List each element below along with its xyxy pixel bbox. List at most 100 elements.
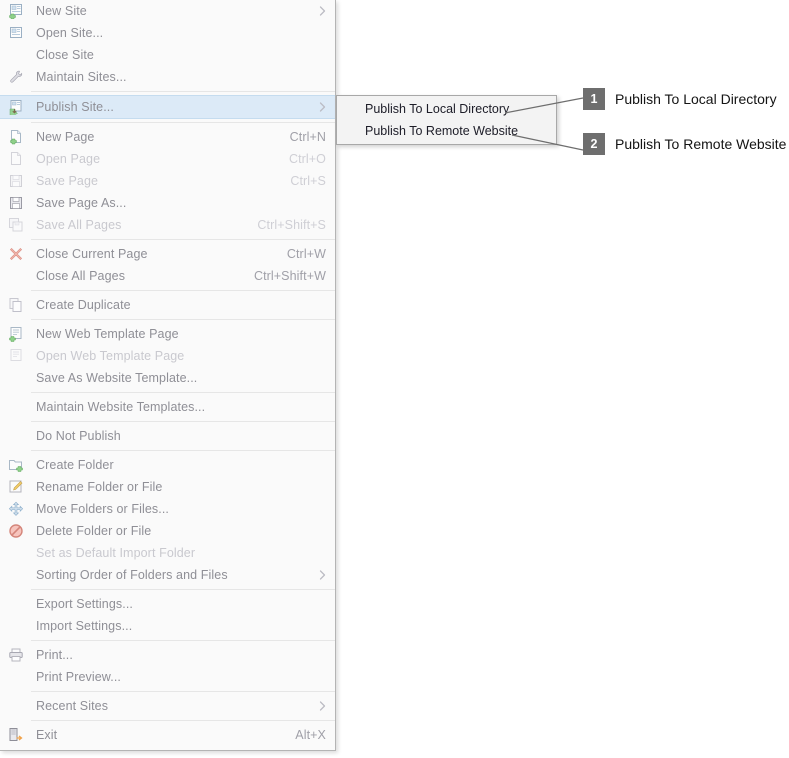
- menu-item-maintain-website-templates[interactable]: Maintain Website Templates...: [0, 396, 335, 418]
- menu-item-new-web-template-page[interactable]: New Web Template Page: [0, 323, 335, 345]
- callout-1: 1 Publish To Local Directory: [583, 88, 777, 110]
- menu-item-label: Move Folders or Files...: [36, 502, 169, 516]
- callout-2: 2 Publish To Remote Website: [583, 133, 786, 155]
- new-site-icon: [0, 0, 31, 22]
- menu-separator: [31, 720, 335, 721]
- open-site-icon: [0, 22, 31, 44]
- submenu-item-list: Publish To Local Directory Publish To Rem…: [337, 98, 556, 142]
- menu-item-save-page-as[interactable]: Save Page As...: [0, 192, 335, 214]
- callout-badge-number: 2: [583, 133, 605, 155]
- menu-item-label: Exit: [36, 728, 58, 742]
- save-page-icon: [0, 170, 31, 192]
- menu-item-publish-site[interactable]: Publish Site...: [0, 95, 335, 119]
- menu-item-label: Print Preview...: [36, 670, 121, 684]
- menu-item-open-site[interactable]: Open Site...: [0, 22, 335, 44]
- menu-separator: [31, 589, 335, 590]
- menu-item-set-as-default-import-folder: Set as Default Import Folder: [0, 542, 335, 564]
- menu-item-icon-placeholder: [0, 425, 31, 447]
- menu-separator: [31, 421, 335, 422]
- menu-item-label: Maintain Website Templates...: [36, 400, 206, 414]
- menu-item-rename-folder-or-file[interactable]: Rename Folder or File: [0, 476, 335, 498]
- menu-item-save-all-pages: Save All Pages Ctrl+Shift+S: [0, 214, 335, 236]
- open-template-icon: [0, 345, 31, 367]
- menu-item-label: Do Not Publish: [36, 429, 121, 443]
- menu-item-exit[interactable]: Exit Alt+X: [0, 724, 335, 746]
- menu-item-sorting-order-of-folders-and-files[interactable]: Sorting Order of Folders and Files: [0, 564, 335, 586]
- menu-item-label: New Web Template Page: [36, 327, 179, 341]
- menu-item-create-duplicate[interactable]: Create Duplicate: [0, 294, 335, 316]
- menu-item-save-as-website-template[interactable]: Save As Website Template...: [0, 367, 335, 389]
- menu-item-close-site[interactable]: Close Site: [0, 44, 335, 66]
- menu-item-label: Save All Pages: [36, 218, 122, 232]
- menu-item-label: Create Duplicate: [36, 298, 131, 312]
- chevron-right-icon: [319, 695, 326, 717]
- menu-separator: [31, 122, 335, 123]
- menu-item-label: Print...: [36, 648, 73, 662]
- menu-item-import-settings[interactable]: Import Settings...: [0, 615, 335, 637]
- file-menu-popup[interactable]: New Site Open Site... Close Site Maintain S…: [0, 0, 336, 751]
- menu-item-label: Delete Folder or File: [36, 524, 152, 538]
- menu-item-label: Recent Sites: [36, 699, 109, 713]
- menu-item-icon-placeholder: [0, 615, 31, 637]
- menu-item-icon-placeholder: [0, 666, 31, 688]
- menu-item-label: New Site: [36, 4, 87, 18]
- chevron-right-icon: [319, 0, 326, 22]
- new-template-icon: [0, 323, 31, 345]
- menu-item-delete-folder-or-file[interactable]: Delete Folder or File: [0, 520, 335, 542]
- save-page-as-icon: [0, 192, 31, 214]
- menu-item-print-preview[interactable]: Print Preview...: [0, 666, 335, 688]
- menu-item-open-web-template-page: Open Web Template Page: [0, 345, 335, 367]
- printer-icon: [0, 644, 31, 666]
- menu-item-do-not-publish[interactable]: Do Not Publish: [0, 425, 335, 447]
- menu-separator: [31, 319, 335, 320]
- menu-item-recent-sites[interactable]: Recent Sites: [0, 695, 335, 717]
- menu-separator: [31, 239, 335, 240]
- menu-item-shortcut: Ctrl+S: [290, 174, 326, 188]
- chevron-right-icon: [319, 96, 326, 118]
- menu-item-create-folder[interactable]: Create Folder: [0, 454, 335, 476]
- menu-item-label: Close Current Page: [36, 247, 148, 261]
- menu-item-close-current-page[interactable]: Close Current Page Ctrl+W: [0, 243, 335, 265]
- exit-door-icon: [0, 724, 31, 746]
- menu-item-label: Open Web Template Page: [36, 349, 185, 363]
- menu-item-new-site[interactable]: New Site: [0, 0, 335, 22]
- menu-item-shortcut: Alt+X: [295, 728, 326, 742]
- menu-item-icon-placeholder: [0, 564, 31, 586]
- menu-separator: [31, 392, 335, 393]
- menu-item-shortcut: Ctrl+W: [286, 247, 326, 261]
- menu-item-new-page[interactable]: New Page Ctrl+N: [0, 126, 335, 148]
- menu-item-label: Save Page: [36, 174, 99, 188]
- menu-item-icon-placeholder: [0, 396, 31, 418]
- menu-item-icon-placeholder: [0, 265, 31, 287]
- submenu-item-publish-to-local-directory[interactable]: Publish To Local Directory: [337, 98, 556, 120]
- publish-site-submenu[interactable]: Publish To Local Directory Publish To Rem…: [336, 95, 557, 145]
- menu-item-list: New Site Open Site... Close Site Maintain S…: [0, 0, 335, 746]
- menu-item-icon-placeholder: [0, 542, 31, 564]
- menu-item-label: Import Settings...: [36, 619, 133, 633]
- menu-item-print[interactable]: Print...: [0, 644, 335, 666]
- callout-label: Publish To Remote Website: [615, 136, 787, 152]
- menu-item-close-all-pages[interactable]: Close All Pages Ctrl+Shift+W: [0, 265, 335, 287]
- duplicate-icon: [0, 294, 31, 316]
- move-arrows-icon: [0, 498, 31, 520]
- open-page-icon: [0, 148, 31, 170]
- menu-separator: [31, 450, 335, 451]
- menu-item-export-settings[interactable]: Export Settings...: [0, 593, 335, 615]
- wrench-icon: [0, 66, 31, 88]
- menu-item-move-folders-or-files[interactable]: Move Folders or Files...: [0, 498, 335, 520]
- menu-separator: [31, 640, 335, 641]
- delete-forbidden-icon: [0, 520, 31, 542]
- menu-item-label: Sorting Order of Folders and Files: [36, 568, 228, 582]
- menu-separator: [31, 91, 335, 92]
- menu-item-maintain-sites[interactable]: Maintain Sites...: [0, 66, 335, 88]
- menu-item-label: New Page: [36, 130, 95, 144]
- rename-pencil-icon: [0, 476, 31, 498]
- submenu-item-publish-to-remote-website[interactable]: Publish To Remote Website: [337, 120, 556, 142]
- create-folder-icon: [0, 454, 31, 476]
- menu-item-label: Create Folder: [36, 458, 114, 472]
- menu-item-label: Export Settings...: [36, 597, 133, 611]
- menu-item-label: Open Site...: [36, 26, 104, 40]
- menu-item-label: Close All Pages: [36, 269, 126, 283]
- menu-item-icon-placeholder: [0, 593, 31, 615]
- callout-label: Publish To Local Directory: [615, 91, 777, 107]
